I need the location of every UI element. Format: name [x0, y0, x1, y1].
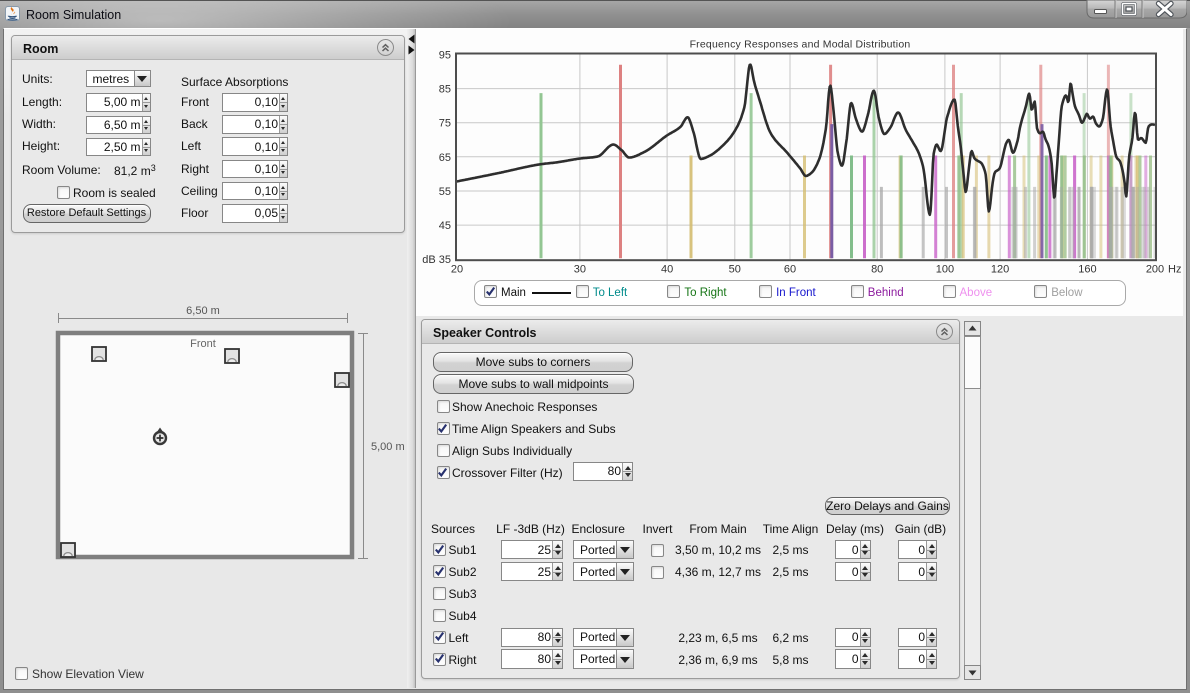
- svg-text:120: 120: [991, 264, 1009, 276]
- svg-text:Hz: Hz: [1168, 264, 1181, 276]
- svg-text:Front: Front: [190, 338, 216, 350]
- svg-text:20: 20: [451, 264, 463, 276]
- svg-text:Frequency Responses and Modal: Frequency Responses and Modal Distributi…: [690, 39, 911, 51]
- svg-text:5,00 m: 5,00 m: [371, 441, 405, 453]
- svg-text:80: 80: [871, 264, 883, 276]
- svg-text:160: 160: [1078, 264, 1096, 276]
- svg-text:65: 65: [439, 152, 451, 164]
- svg-text:50: 50: [729, 264, 741, 276]
- svg-text:6,50 m: 6,50 m: [186, 305, 220, 317]
- svg-text:30: 30: [574, 264, 586, 276]
- svg-text:45: 45: [439, 220, 451, 232]
- svg-text:60: 60: [784, 264, 796, 276]
- svg-text:200: 200: [1146, 264, 1164, 276]
- svg-text:dB 35: dB 35: [422, 254, 451, 266]
- svg-text:75: 75: [439, 118, 451, 130]
- svg-text:85: 85: [439, 84, 451, 96]
- svg-text:55: 55: [439, 186, 451, 198]
- svg-text:40: 40: [661, 264, 673, 276]
- svg-text:95: 95: [439, 50, 451, 62]
- svg-text:100: 100: [936, 264, 954, 276]
